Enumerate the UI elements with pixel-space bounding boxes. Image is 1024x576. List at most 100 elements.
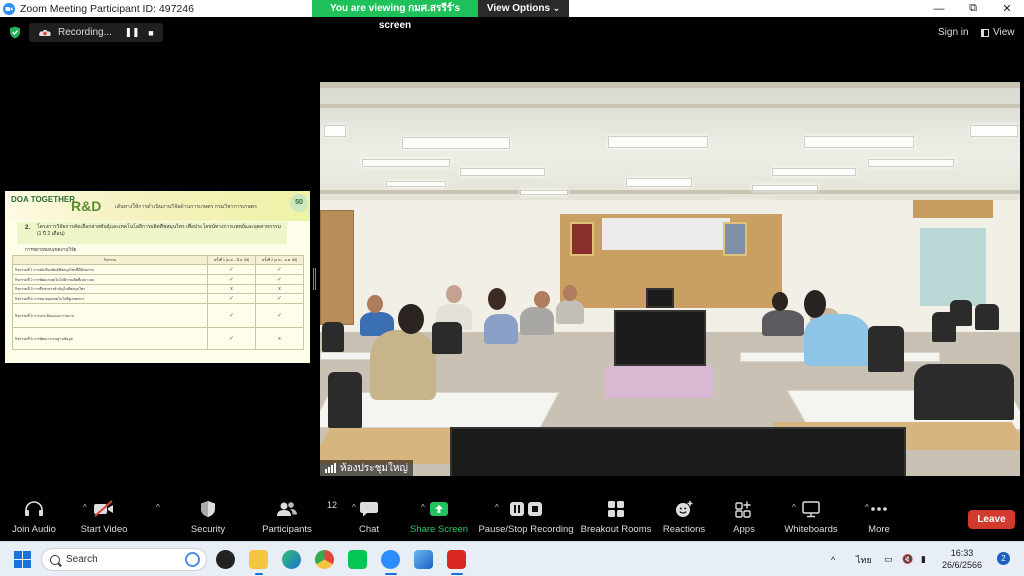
window-title: Zoom Meeting Participant ID: 497246 (20, 2, 194, 15)
maximize-icon[interactable]: ⧉ (956, 0, 990, 17)
acrobat-icon[interactable] (447, 550, 466, 569)
share-screen-icon (430, 502, 448, 516)
slide-table: กิจกรรม ครั้งที่ 1 (ม.ค. - มิ.ย. 65) ครั… (12, 255, 304, 350)
pause-recording-icon[interactable]: ❚❚ (124, 27, 139, 39)
meeting-toolbar: ^ Join Audio ^ Start Video Security 12 ^… (0, 497, 1024, 541)
start-video-caret-icon[interactable]: ^ (156, 503, 160, 512)
active-app-indicator (385, 573, 397, 575)
start-video-button[interactable]: ^ Start Video (64, 497, 160, 535)
x-mark: x (255, 327, 304, 350)
table-cell-activity: กิจกรรมที่ 6 การพัฒนาระบบฐานข้อมูล (12, 327, 208, 350)
chat-button[interactable]: ^ Chat (329, 497, 425, 535)
encryption-shield-icon[interactable] (9, 26, 21, 39)
table-cell-activity: กิจกรรมที่ 2 การพัฒนาเทคโนโลยีการผลิตที่… (12, 274, 208, 285)
curtain-valance (913, 200, 993, 218)
flower-table (605, 366, 713, 398)
leave-button[interactable]: Leave (968, 510, 1015, 529)
battery-icon[interactable]: ▮ (921, 542, 926, 576)
check-mark: ✓ (206, 274, 257, 285)
tv-monitor (614, 310, 706, 366)
check-mark: ✓ (206, 264, 257, 275)
windows-start-icon[interactable] (14, 551, 31, 568)
active-app-indicator (255, 573, 263, 575)
ceiling-light (626, 178, 692, 187)
zoom-icon[interactable] (381, 550, 400, 569)
slide-header: DOA TOGETHER R&D เส้นทางให้การดำเนินงานว… (5, 191, 310, 221)
participant-head (772, 292, 788, 311)
check-mark: ✓ (206, 293, 257, 304)
show-hidden-icons-chevron[interactable]: ^ (831, 542, 835, 576)
foreground-monitor (450, 427, 906, 476)
taskbar-clock[interactable]: 16:33 26/6/2566 (934, 547, 990, 571)
office-chair (322, 322, 344, 352)
share-banner: You are viewing กมศ.สรรีร์'s screen View… (312, 0, 569, 31)
participant-name: ห้องประชุมใหญ่ (340, 462, 408, 474)
table-header-period-2: ครั้งที่ 2 (ก.ค. - ธ.ค. 65) (255, 255, 304, 265)
share-screen-label: Share Screen (409, 524, 469, 535)
ceiling-light (868, 159, 954, 167)
projector-screen (602, 218, 730, 250)
office-chair (868, 326, 904, 372)
panel-splitter-handle[interactable] (312, 268, 316, 290)
zoom-logo-icon (3, 2, 15, 15)
speaker-muted-icon[interactable]: 🔇 (902, 542, 913, 576)
ceiling-light (804, 136, 914, 148)
participants-button[interactable]: 12 ^ Participants (247, 497, 356, 535)
security-shield-icon (201, 501, 215, 517)
stop-recording-icon[interactable]: ■ (144, 27, 158, 39)
bing-icon[interactable] (185, 552, 200, 567)
shared-screen-thumbnail[interactable]: DOA TOGETHER R&D เส้นทางให้การดำเนินงานว… (5, 191, 310, 363)
ceiling-light (752, 185, 818, 191)
check-mark: ✓ (206, 303, 257, 328)
start-video-label: Start Video (80, 524, 128, 535)
ceiling-light (386, 181, 446, 187)
table-row: กิจกรรมที่ 4 การขยายผลเทคโนโลยีสู่เกษตรก… (12, 293, 304, 304)
close-icon[interactable]: ✕ (990, 0, 1024, 17)
ceiling-beam (320, 190, 1020, 194)
small-monitor (646, 288, 674, 308)
photos-icon[interactable] (414, 550, 433, 569)
participant-video[interactable]: ห้องประชุมใหญ่ (320, 82, 1020, 476)
minimize-icon[interactable]: — (922, 0, 956, 17)
network-icon[interactable]: ▭ (884, 542, 893, 576)
check-mark: ✓ (255, 293, 304, 304)
table-cell-activity: กิจกรรมที่ 1 การคัดเลือกพันธุ์พืชสมุนไพร… (12, 264, 208, 275)
task-manager-icon[interactable] (216, 550, 235, 569)
edge-icon[interactable] (282, 550, 301, 569)
whiteboard-icon (802, 501, 820, 518)
pause-stop-recording-button[interactable]: Pause/Stop Recording (478, 497, 574, 535)
table-row: กิจกรรมที่ 6 การพัฒนาระบบฐานข้อมูล ✓ x (12, 327, 304, 350)
slide-project-box: 2. โครงการวิจัยการคัดเลือกสายพันธุ์และเท… (17, 222, 287, 244)
chat-label: Chat (358, 524, 380, 535)
participant-person (520, 307, 554, 335)
participants-icon (277, 502, 297, 516)
file-explorer-icon[interactable] (249, 550, 268, 569)
participant-name-tag: ห้องประชุมใหญ่ (320, 460, 413, 476)
check-mark: ✓ (255, 274, 304, 285)
line-icon[interactable] (348, 550, 367, 569)
taskbar-search-box[interactable]: Search (41, 548, 207, 571)
notification-badge[interactable]: 2 (997, 552, 1010, 565)
input-language[interactable]: ไทย (856, 542, 872, 576)
ceiling-beam (320, 104, 1020, 108)
chrome-icon[interactable] (315, 550, 334, 569)
check-mark: ✓ (255, 264, 304, 275)
pause-stop-recording-label: Pause/Stop Recording (478, 524, 574, 535)
ceiling-beam (320, 82, 1020, 88)
participant-head (563, 285, 577, 301)
check-mark: ✓ (206, 327, 257, 350)
windows-taskbar: Search ^ ไทย ▭ 🔇 ▮ 16:33 26/6/2566 2 (0, 541, 1024, 576)
security-button[interactable]: Security (168, 497, 248, 535)
share-screen-button[interactable]: ^ Share Screen (399, 497, 499, 535)
view-options-button[interactable]: View Options (478, 0, 569, 17)
table-cell-activity: กิจกรรมที่ 5 การประเมินผลและรายงาน (12, 303, 208, 328)
viewing-screen-label: You are viewing กมศ.สรรีร์'s screen (312, 0, 478, 31)
sign-in-link[interactable]: Sign in (938, 27, 969, 38)
slide-header-text: เส้นทางให้การดำเนินงานวิจัยด้านการเกษตร … (115, 204, 257, 210)
portrait-frame (570, 222, 594, 256)
view-button[interactable]: View (981, 27, 1015, 38)
x-mark: x (255, 284, 304, 294)
ceiling-light (362, 159, 450, 167)
join-audio-button[interactable]: ^ Join Audio (0, 497, 87, 535)
more-button[interactable]: More (839, 497, 919, 535)
